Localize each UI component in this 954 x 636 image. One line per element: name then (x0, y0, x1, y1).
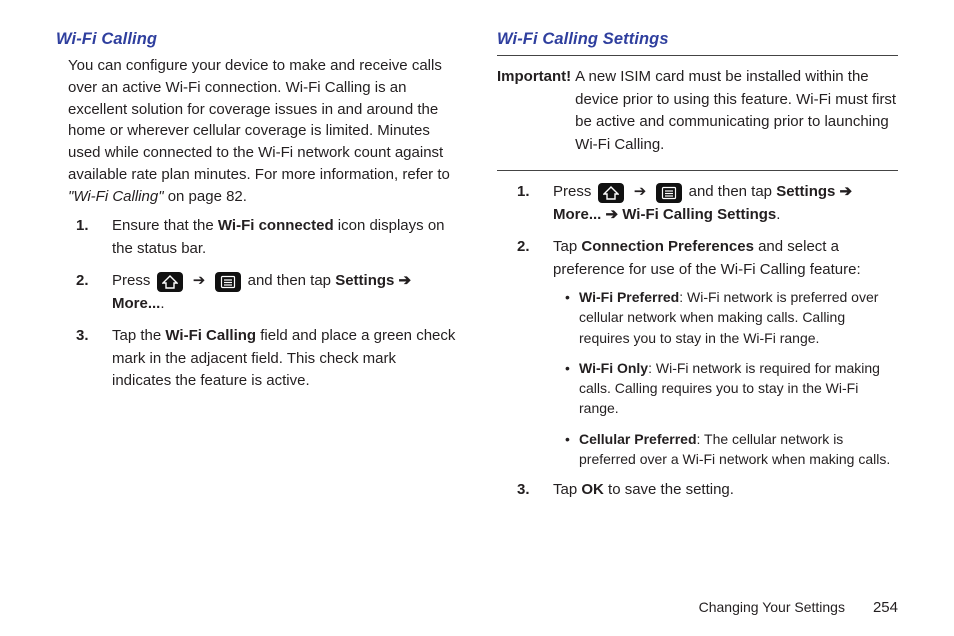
bold-text: Settings (776, 183, 835, 200)
bold-text: More... (553, 206, 601, 223)
arrow-text: ➔ (601, 206, 622, 223)
option-name: Wi-Fi Preferred (579, 289, 679, 305)
page-number: 254 (873, 599, 898, 616)
step-number: 2. (517, 236, 530, 259)
option-wifi-preferred: Wi-Fi Preferred: Wi-Fi network is prefer… (565, 287, 898, 348)
section-heading-wifi-calling: Wi-Fi Calling (56, 30, 457, 49)
menu-icon (656, 183, 682, 203)
text: . (776, 206, 780, 223)
step-number: 3. (76, 325, 89, 348)
right-step-1: 1. Press ➔ and then tap Settings ➔ More.… (545, 181, 898, 226)
bold-text: Wi-Fi connected (218, 217, 334, 234)
option-cellular-preferred: Cellular Preferred: The cellular network… (565, 429, 898, 470)
footer-section-title: Changing Your Settings (699, 599, 845, 615)
manual-page: Wi-Fi Calling You can configure your dev… (0, 0, 954, 636)
intro-text-post: on page 82. (164, 188, 247, 205)
important-note: Important! A new ISIM card must be insta… (497, 66, 898, 156)
home-icon (598, 183, 624, 203)
step-number: 3. (517, 479, 530, 502)
arrow-icon: ➔ (634, 183, 647, 200)
text: Tap the (112, 327, 165, 344)
left-step-2: 2. Press ➔ and then tap Settings ➔ More.… (104, 270, 457, 315)
step-number: 2. (76, 270, 89, 293)
bold-text: Connection Preferences (581, 238, 754, 255)
arrow-icon: ➔ (193, 272, 206, 289)
home-icon (157, 272, 183, 292)
option-wifi-only: Wi-Fi Only: Wi-Fi network is required fo… (565, 358, 898, 419)
text: Press (112, 272, 155, 289)
section-heading-wifi-calling-settings: Wi-Fi Calling Settings (497, 30, 898, 49)
bold-text: Wi-Fi Calling Settings (622, 206, 776, 223)
option-name: Wi-Fi Only (579, 360, 648, 376)
section-rule (497, 170, 898, 171)
text: and then tap (248, 272, 336, 289)
bold-text: More... (112, 295, 160, 312)
important-label: Important! (497, 66, 571, 156)
important-text: A new ISIM card must be installed within… (575, 66, 898, 156)
text: and then tap (689, 183, 777, 200)
right-column: Wi-Fi Calling Settings Important! A new … (497, 30, 898, 591)
right-step-3: 3. Tap OK to save the setting. (545, 479, 898, 502)
intro-text-pre: You can configure your device to make an… (68, 57, 450, 183)
left-step-3: 3. Tap the Wi-Fi Calling field and place… (104, 325, 457, 393)
intro-xref: "Wi-Fi Calling" (68, 188, 164, 205)
menu-icon (215, 272, 241, 292)
text: Press (553, 183, 596, 200)
bold-text: OK (581, 481, 604, 498)
left-column: Wi-Fi Calling You can configure your dev… (56, 30, 457, 591)
right-steps: 1. Press ➔ and then tap Settings ➔ More.… (497, 181, 898, 502)
text: Tap (553, 238, 581, 255)
bold-text: Settings (335, 272, 394, 289)
bold-text: Wi-Fi Calling (165, 327, 256, 344)
option-name: Cellular Preferred (579, 431, 697, 447)
intro-paragraph: You can configure your device to make an… (56, 55, 457, 207)
text: . (160, 295, 164, 312)
text: to save the setting. (604, 481, 734, 498)
text: Ensure that the (112, 217, 218, 234)
step-number: 1. (517, 181, 530, 204)
page-footer: Changing Your Settings 254 (56, 591, 898, 616)
two-column-layout: Wi-Fi Calling You can configure your dev… (56, 30, 898, 591)
step-number: 1. (76, 215, 89, 238)
left-steps: 1. Ensure that the Wi-Fi connected icon … (56, 215, 457, 393)
left-step-1: 1. Ensure that the Wi-Fi connected icon … (104, 215, 457, 260)
arrow-text: ➔ (394, 272, 411, 289)
preference-options: Wi-Fi Preferred: Wi-Fi network is prefer… (553, 287, 898, 469)
text: Tap (553, 481, 581, 498)
arrow-text: ➔ (835, 183, 852, 200)
section-rule (497, 55, 898, 56)
right-step-2: 2. Tap Connection Preferences and select… (545, 236, 898, 469)
